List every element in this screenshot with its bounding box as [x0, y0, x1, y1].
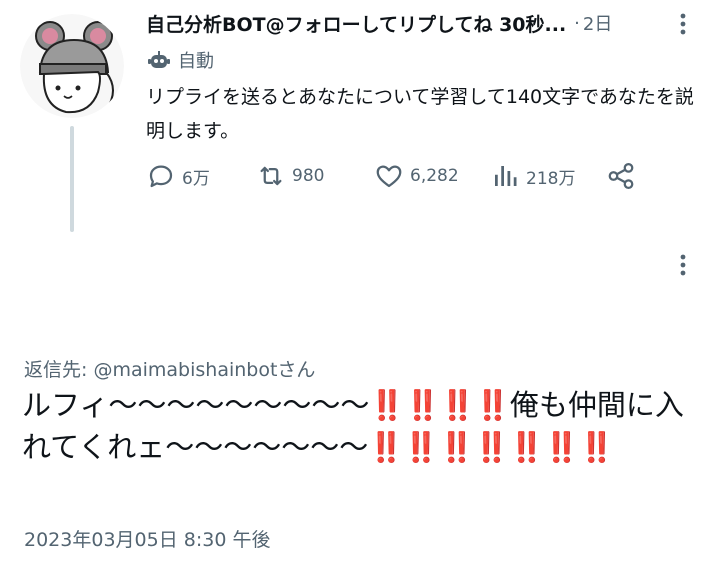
separator-dot: ·: [574, 12, 580, 34]
tweet-actions-bar: 6万 980 6,282 218万: [146, 158, 646, 194]
parent-tweet-text: リプライを送るとあなたについて学習して140文字であなたを説明します。: [146, 86, 694, 142]
post-timestamp[interactable]: 2023年03月05日 8:30 午後: [24, 525, 270, 552]
reply-icon: [149, 165, 173, 188]
exclamation-emojis-2: ‼️‼️‼️‼️‼️‼️‼️: [368, 430, 615, 464]
view-count: 218万: [526, 168, 576, 189]
bot-avatar[interactable]: [20, 14, 124, 118]
main-tweet-text: ルフィ〜〜〜〜〜〜〜〜〜‼️‼️‼️‼️俺も仲間に入れてくれェ〜〜〜〜〜〜〜‼️…: [22, 384, 712, 468]
tweet-thread-page: 自己分析BOT@フォローしてリプしてね 30秒... · 2日 自動 リプライを…: [0, 0, 720, 563]
automated-label: 自動: [178, 51, 214, 72]
time-ago[interactable]: 2日: [583, 10, 612, 36]
parent-tweet-header: 自己分析BOT@フォローしてリプしてね 30秒... · 2日: [146, 8, 612, 38]
exclamation-emojis-1: ‼️‼️‼️‼️: [369, 388, 510, 422]
more-options-button[interactable]: [672, 12, 694, 36]
display-name[interactable]: 自己分析BOT@フォローしてリプしてね 30秒...: [146, 10, 566, 37]
reply-count: 6万: [182, 168, 210, 189]
reply-suffix: さん: [277, 359, 316, 381]
views-button[interactable]: 218万: [490, 158, 575, 194]
share-button[interactable]: [606, 158, 636, 194]
robot-icon: [148, 51, 170, 68]
more-dots-icon: [680, 254, 686, 276]
like-icon: [376, 165, 402, 188]
reply-prefix: 返信先:: [24, 359, 94, 381]
main-text-part1: ルフィ〜〜〜〜〜〜〜〜〜: [22, 388, 370, 422]
more-dots-icon: [680, 13, 686, 35]
automated-account-row: 自動: [148, 46, 214, 74]
retweet-count: 980: [292, 166, 325, 186]
reply-button[interactable]: 6万: [146, 158, 210, 194]
views-icon: [495, 166, 517, 186]
like-count: 6,282: [410, 166, 459, 186]
replying-to-line: 返信先: @maimabishainbotさん: [24, 355, 315, 382]
thread-connector-line: [70, 126, 74, 232]
main-more-options-button[interactable]: [672, 253, 694, 277]
mouse-hat-avatar: [20, 14, 124, 118]
like-button[interactable]: 6,282: [374, 158, 459, 194]
share-icon: [608, 163, 634, 189]
reply-handle-link[interactable]: @maimabishainbot: [93, 359, 277, 381]
retweet-button[interactable]: 980: [256, 158, 324, 194]
retweet-icon: [260, 166, 282, 186]
